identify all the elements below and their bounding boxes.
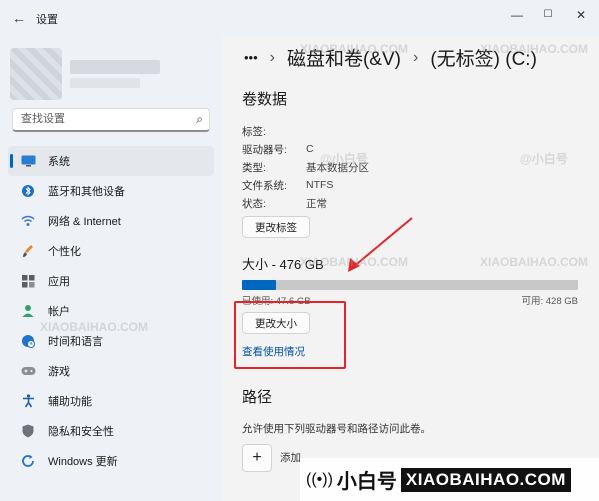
- search-box[interactable]: ⌕: [12, 108, 210, 132]
- prop-key: 标签:: [242, 125, 266, 138]
- prop-row-file-system: 文件系统: NTFS: [242, 176, 369, 194]
- prop-value: NTFS: [306, 179, 334, 191]
- sidebar-item-accounts[interactable]: 帐户: [8, 296, 214, 326]
- plus-icon: +: [252, 449, 262, 466]
- sidebar-item-label: 隐私和安全性: [48, 426, 114, 438]
- title-bar: ← 设置 — ☐ ✕: [0, 0, 599, 36]
- search-icon[interactable]: ⌕: [196, 112, 203, 127]
- monitor-icon: [20, 153, 36, 169]
- sidebar-item-apps[interactable]: 应用: [8, 266, 214, 296]
- prop-row-status: 状态: 正常: [242, 194, 369, 212]
- sidebar-item-network[interactable]: 网络 & Internet: [8, 206, 214, 236]
- prop-row-type: 类型: 基本数据分区: [242, 158, 369, 176]
- sidebar-item-label: 时间和语言: [48, 336, 103, 348]
- back-arrow-icon[interactable]: ←: [10, 9, 28, 27]
- sidebar-item-label: 系统: [48, 156, 70, 168]
- sidebar-item-time-language[interactable]: 时间和语言: [8, 326, 214, 356]
- sidebar-item-accessibility[interactable]: 辅助功能: [8, 386, 214, 416]
- available-space-text: 可用: 428 GB: [521, 296, 579, 307]
- prop-value: 基本数据分区: [306, 161, 369, 174]
- prop-key: 驱动器号:: [242, 143, 287, 156]
- prop-row-label: 标签:: [242, 122, 369, 140]
- accessibility-icon: [20, 393, 36, 409]
- apps-icon: [20, 273, 36, 289]
- sidebar-item-gaming[interactable]: 游戏: [8, 356, 214, 386]
- sidebar-item-label: Windows 更新: [48, 456, 118, 468]
- section-title-volume-data: 卷数据: [242, 91, 288, 108]
- prop-key: 文件系统:: [242, 179, 287, 192]
- change-label-button[interactable]: 更改标签: [242, 216, 310, 238]
- sidebar-nav: 系统 蓝牙和其他设备 网络 & Internet 个性化 应用 帐户 时间和语言…: [8, 146, 214, 476]
- maximize-icon[interactable]: ☐: [539, 6, 557, 24]
- paths-description: 允许使用下列驱动器号和路径访问此卷。: [242, 423, 431, 435]
- section-title-paths: 路径: [242, 389, 273, 406]
- sidebar-item-privacy[interactable]: 隐私和安全性: [8, 416, 214, 446]
- annotation-highlight-box: [234, 301, 346, 369]
- prop-value: C: [306, 143, 314, 155]
- search-input[interactable]: [21, 109, 191, 129]
- sidebar-item-label: 网络 & Internet: [48, 216, 121, 228]
- sidebar-item-label: 辅助功能: [48, 396, 92, 408]
- bluetooth-icon: [20, 183, 36, 199]
- annotation-arrow-icon: [348, 217, 413, 272]
- gamepad-icon: [20, 363, 36, 379]
- breadcrumb: ••• › 磁盘和卷(&V) › (无标签) (C:): [244, 44, 537, 71]
- person-icon: [20, 303, 36, 319]
- brush-icon: [20, 243, 36, 259]
- size-title: 大小 - 476 GB: [242, 257, 324, 272]
- breadcrumb-disks-volumes[interactable]: 磁盘和卷(&V): [287, 44, 401, 71]
- avatar[interactable]: [10, 48, 62, 100]
- main-content: ••• › 磁盘和卷(&V) › (无标签) (C:) 卷数据 标签: 驱动器号…: [222, 36, 599, 501]
- prop-value: 正常: [306, 197, 327, 210]
- sidebar-item-label: 游戏: [48, 366, 70, 378]
- chevron-right-icon: ›: [413, 48, 419, 66]
- sidebar-item-label: 应用: [48, 276, 70, 288]
- app-title: 设置: [36, 14, 58, 26]
- sidebar-item-label: 帐户: [48, 306, 70, 318]
- watermark-banner: ((•)) 小白号 XIAOBAIHAO.COM: [300, 458, 599, 501]
- sidebar-item-system[interactable]: 系统: [8, 146, 214, 176]
- prop-key: 状态:: [242, 197, 266, 210]
- add-path-label[interactable]: 添加: [280, 450, 301, 465]
- prop-key: 类型:: [242, 161, 266, 174]
- wifi-icon: [20, 213, 36, 229]
- volume-properties: 标签: 驱动器号: C 类型: 基本数据分区 文件系统: NTFS 状态: 正常: [242, 122, 369, 212]
- breadcrumb-more-button[interactable]: •••: [244, 50, 258, 65]
- page-title: (无标签) (C:): [430, 49, 537, 70]
- shield-icon: [20, 423, 36, 439]
- sidebar-item-windows-update[interactable]: Windows 更新: [8, 446, 214, 476]
- sidebar-item-personalization[interactable]: 个性化: [8, 236, 214, 266]
- add-path-button[interactable]: +: [242, 444, 272, 472]
- prop-row-drive-letter: 驱动器号: C: [242, 140, 369, 158]
- sidebar-item-label: 蓝牙和其他设备: [48, 186, 125, 198]
- close-icon[interactable]: ✕: [572, 6, 590, 24]
- sidebar-item-label: 个性化: [48, 246, 81, 258]
- sidebar-item-bluetooth[interactable]: 蓝牙和其他设备: [8, 176, 214, 206]
- globe-icon: [20, 333, 36, 349]
- usage-bar-fill: [242, 280, 276, 290]
- usage-bar: [242, 280, 578, 290]
- profile-name-blurred: [70, 60, 160, 74]
- watermark-cn: 小白号: [336, 471, 397, 493]
- minimize-icon[interactable]: —: [508, 6, 526, 24]
- sidebar: ⌕ 系统 蓝牙和其他设备 网络 & Internet 个性化: [0, 36, 222, 501]
- watermark-en: XIAOBAIHAO.COM: [400, 467, 571, 492]
- update-icon: [20, 453, 36, 469]
- profile-email-blurred: [70, 78, 140, 88]
- chevron-right-icon: ›: [269, 48, 275, 66]
- broadcast-icon: ((•)): [306, 470, 333, 488]
